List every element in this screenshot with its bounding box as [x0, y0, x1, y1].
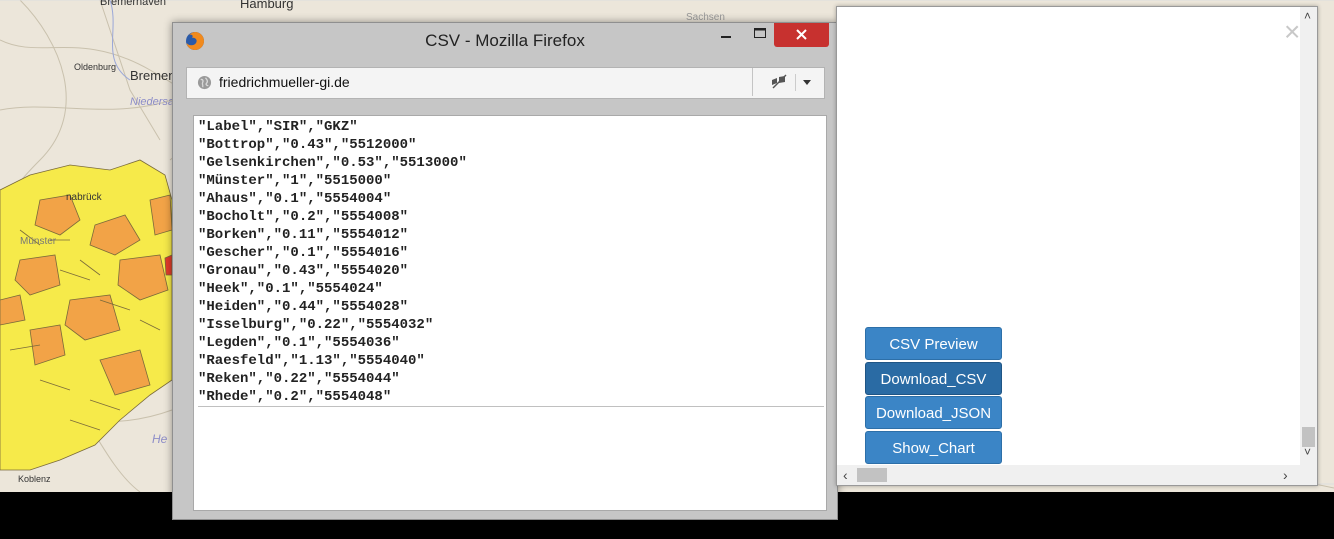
csv-line: "Ahaus","0.1","5554004" — [198, 191, 392, 207]
horizontal-scroll-thumb[interactable] — [857, 468, 887, 482]
side-panel: × CSV Preview Download_CSV Download_JSON… — [836, 6, 1318, 486]
csv-preview-button[interactable]: CSV Preview — [865, 327, 1002, 360]
csv-content-area[interactable]: "Label","SIR","GKZ" "Bottrop","0.43","551… — [193, 115, 827, 511]
url-field[interactable]: friedrichmueller-gi.de — [187, 68, 753, 96]
minimize-icon — [721, 36, 731, 38]
url-bar[interactable]: friedrichmueller-gi.de — [186, 67, 825, 99]
map-label-osnabrueck: nabrück — [66, 192, 102, 203]
close-icon — [796, 29, 807, 40]
globe-icon — [197, 75, 212, 90]
map-label-hessen: He — [152, 432, 168, 446]
download-csv-button[interactable]: Download_CSV — [865, 362, 1002, 395]
tracking-protection-icon[interactable] — [770, 74, 788, 90]
vertical-scroll-thumb[interactable] — [1302, 427, 1315, 447]
csv-line: "Bocholt","0.2","5554008" — [198, 209, 409, 225]
download-json-button[interactable]: Download_JSON — [865, 396, 1002, 429]
horizontal-scrollbar[interactable]: ‹ › — [837, 465, 1300, 485]
csv-line: "Gronau","0.43","5554020" — [198, 263, 409, 279]
map-label-oldenburg: Oldenburg — [74, 62, 117, 72]
csv-line: "Legden","0.1","5554036" — [198, 335, 400, 351]
vertical-scrollbar[interactable]: ˄ ˅ — [1300, 7, 1317, 485]
minimize-button[interactable] — [711, 23, 741, 47]
map-label-koblenz: Koblenz — [18, 474, 51, 484]
window-titlebar[interactable]: CSV - Mozilla Firefox — [173, 23, 837, 59]
csv-line: "Bottrop","0.43","5512000" — [198, 137, 417, 153]
csv-text-block: "Label","SIR","GKZ" "Bottrop","0.43","551… — [198, 118, 824, 407]
maximize-icon — [754, 28, 766, 38]
panel-close-icon[interactable]: × — [1284, 18, 1300, 46]
map-label-hamburg: Hamburg — [240, 0, 294, 11]
csv-line: "Gescher","0.1","5554016" — [198, 245, 409, 261]
scroll-up-icon[interactable]: ˄ — [1304, 9, 1311, 23]
csv-line: "Heek","0.1","5554024" — [198, 281, 383, 297]
csv-line: "Heiden","0.44","5554028" — [198, 299, 409, 315]
close-button[interactable] — [774, 23, 829, 47]
url-text: friedrichmueller-gi.de — [219, 74, 350, 90]
map-label-bremen: Bremen — [130, 68, 176, 83]
csv-line: "Raesfeld","1.13","5554040" — [198, 353, 425, 369]
scroll-down-icon[interactable]: ˅ — [1304, 445, 1311, 459]
csv-line: "Gelsenkirchen","0.53","5513000" — [198, 155, 467, 171]
region-polygons — [0, 159, 173, 471]
csv-line: "Reken","0.22","5554044" — [198, 371, 400, 387]
csv-line: "Münster","1","5515000" — [198, 173, 392, 189]
csv-line: "Label","SIR","GKZ" — [198, 119, 358, 135]
csv-line: "Rhede","0.2","5554048" — [198, 389, 392, 405]
csv-line: "Borken","0.11","5554012" — [198, 227, 409, 243]
map-label-niedersachsen: Niedersa — [130, 96, 175, 108]
map-label-muenster: Münster — [20, 236, 57, 247]
map-label-bremerhaven: Bremerhaven — [100, 0, 167, 8]
show-chart-button[interactable]: Show_Chart — [865, 431, 1002, 464]
scroll-left-icon[interactable]: ‹ — [843, 467, 848, 483]
csv-line: "Isselburg","0.22","5554032" — [198, 317, 434, 333]
maximize-button[interactable] — [745, 23, 775, 47]
chevron-down-icon[interactable] — [803, 80, 811, 85]
scroll-right-icon[interactable]: › — [1283, 467, 1288, 483]
url-bar-separator — [795, 74, 796, 91]
firefox-window: CSV - Mozilla Firefox friedrichmueller-g… — [172, 22, 838, 520]
